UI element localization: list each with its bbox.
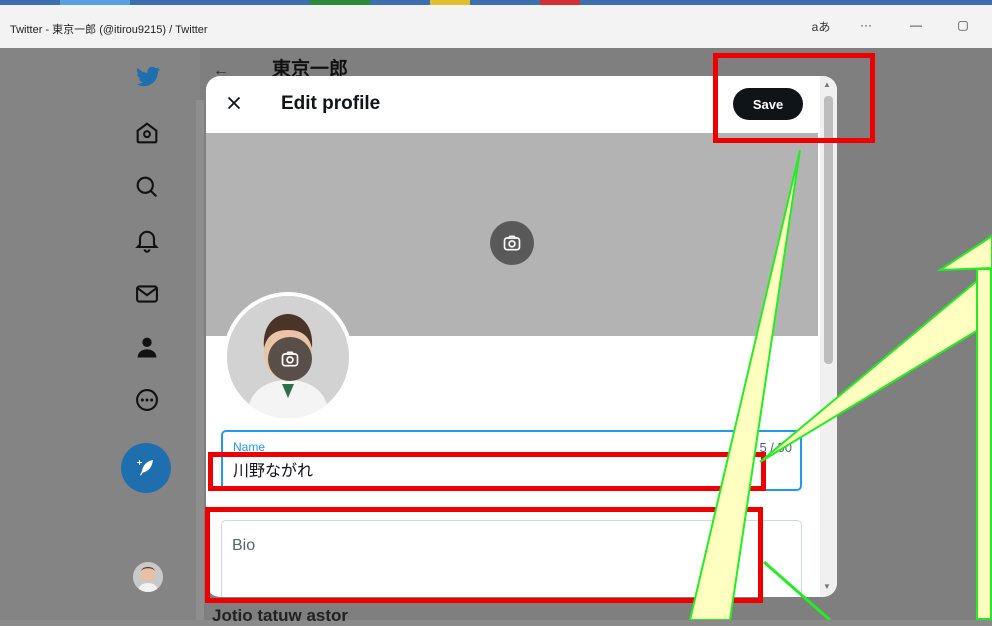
account-avatar[interactable]	[133, 562, 163, 592]
camera-icon	[281, 351, 299, 367]
read-aloud-button[interactable]: aあ	[806, 18, 836, 35]
profile-icon[interactable]	[133, 333, 161, 361]
modal-title: Edit profile	[281, 93, 381, 114]
more-circle-icon[interactable]	[133, 386, 161, 414]
close-icon[interactable]	[223, 92, 245, 114]
callout-note	[976, 268, 992, 620]
scroll-down-icon[interactable]: ▼	[823, 582, 831, 591]
window-title-bar: Twitter - 東京一郎 (@itirou9215) / Twitter a…	[0, 0, 992, 48]
highlight-bio	[205, 507, 763, 603]
highlight-name	[208, 452, 766, 491]
maximize-button[interactable]: ▢	[948, 18, 978, 32]
profile-avatar[interactable]	[223, 292, 353, 422]
home-icon[interactable]	[133, 119, 161, 147]
background-profile-text: Jotio tatuw astor	[212, 606, 349, 625]
twitter-bird-icon[interactable]	[134, 62, 162, 90]
change-avatar-button[interactable]	[268, 337, 312, 381]
sidebar-separator	[196, 100, 204, 620]
window-title: Twitter - 東京一郎 (@itirou9215) / Twitter	[10, 24, 208, 36]
mail-icon[interactable]	[133, 280, 161, 308]
highlight-save	[713, 53, 875, 143]
search-icon[interactable]	[133, 173, 161, 201]
feather-plus-icon	[137, 460, 153, 476]
user-avatar-icon	[133, 562, 163, 592]
modal-scrollbar[interactable]: ▲ ▼	[820, 76, 837, 597]
bell-icon[interactable]	[133, 226, 161, 254]
taskbar-strip	[0, 0, 992, 5]
change-banner-button[interactable]	[490, 221, 534, 265]
compose-tweet-button[interactable]	[121, 443, 171, 493]
sidebar	[0, 48, 200, 620]
more-options-button[interactable]: ···	[851, 18, 881, 32]
camera-icon	[503, 235, 521, 251]
minimize-button[interactable]: —	[901, 18, 931, 32]
